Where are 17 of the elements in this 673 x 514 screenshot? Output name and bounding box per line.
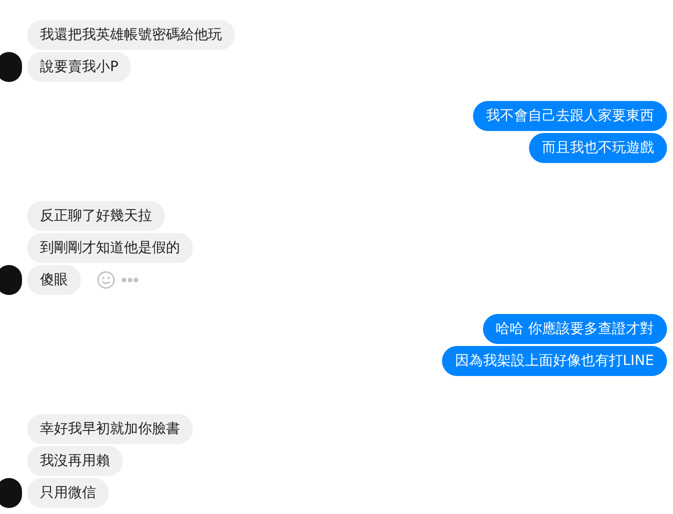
avatar: [0, 265, 22, 295]
message-bubble: 而且我也不玩遊戲: [529, 133, 667, 163]
message-bubble: 只用微信: [27, 478, 109, 508]
avatar: [0, 52, 22, 82]
message-bubble: 反正聊了好幾天拉: [27, 201, 165, 231]
smiley-icon[interactable]: [97, 271, 115, 289]
message-bubble: 我不會自己去跟人家要東西: [473, 101, 667, 131]
avatar: [0, 478, 22, 508]
message-bubble: 到剛剛才知道他是假的: [27, 233, 193, 263]
message-bubble: 因為我架設上面好像也有打LINE: [442, 346, 667, 376]
message-bubble: 哈哈 你應該要多查證才對: [482, 314, 667, 344]
message-bubble: 我還把我英雄帳號密碼給他玩: [27, 20, 235, 50]
message-bubble: 傻眼: [27, 265, 81, 295]
message-bubble: 幸好我早初就加你臉書: [27, 414, 193, 444]
more-icon[interactable]: [121, 277, 139, 283]
message-bubble: 我沒再用賴: [27, 446, 123, 476]
message-bubble: 說要賣我小P: [27, 52, 132, 82]
